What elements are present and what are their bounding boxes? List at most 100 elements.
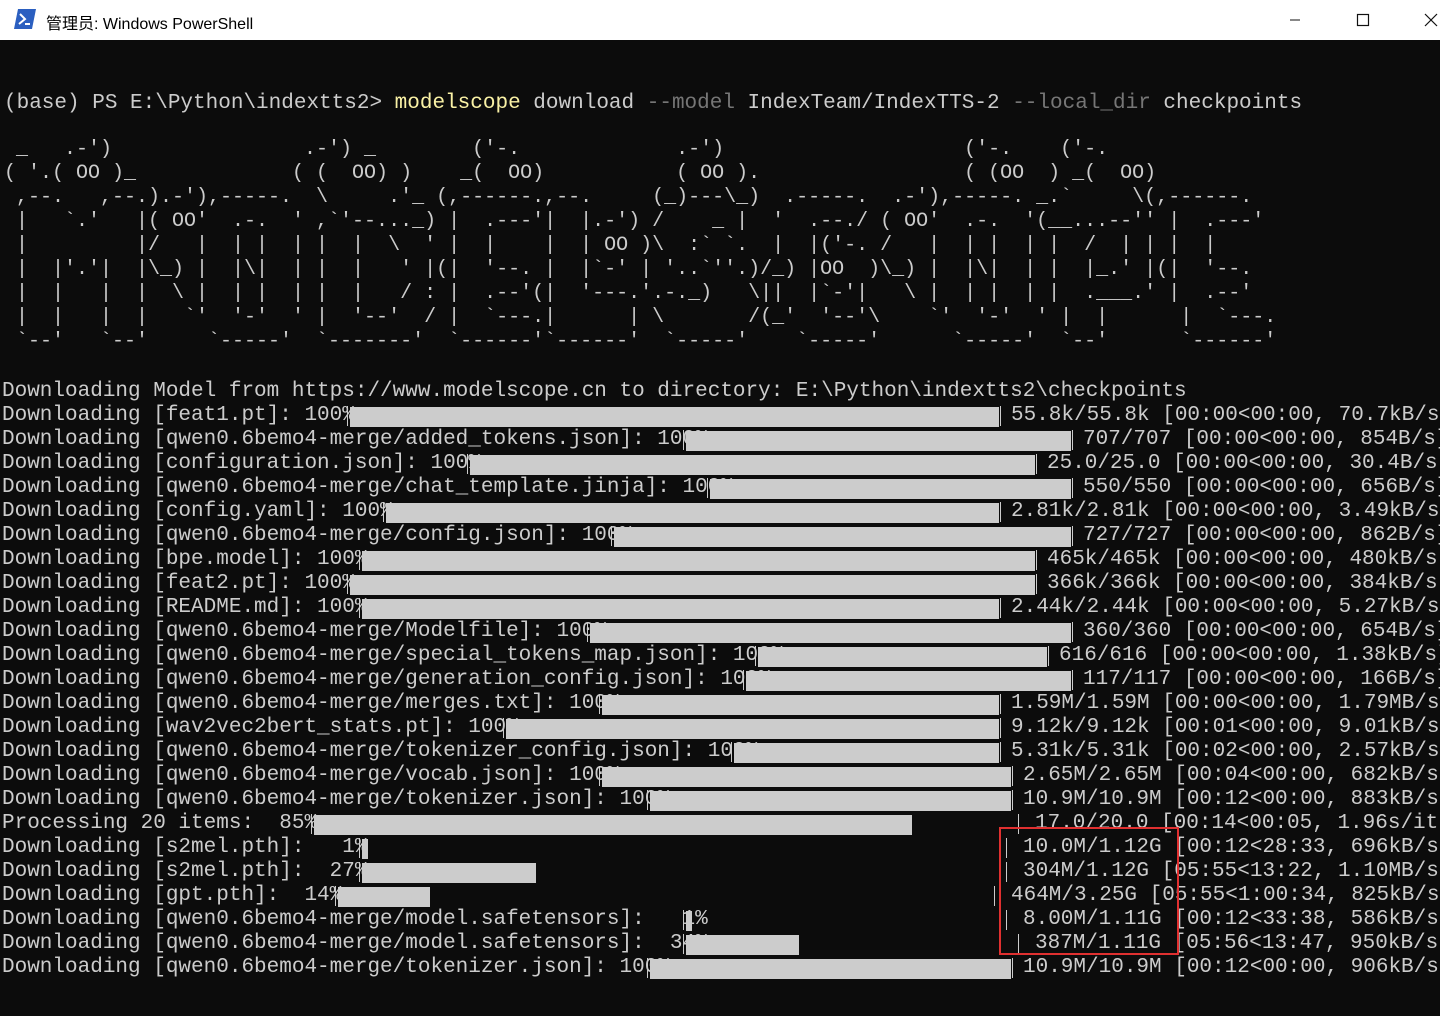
progress-label: Downloading [wav2vec2bert_stats.pt]: 100… bbox=[2, 716, 519, 739]
progress-stats: 616/616 [00:00<00:00, 1.38kB/s] bbox=[1059, 644, 1440, 667]
log-line: Downloading [qwen0.6bemo4-merge/special_… bbox=[2, 644, 1440, 668]
progress-bar-left-edge bbox=[683, 934, 684, 954]
progress-bar-right-edge bbox=[1036, 454, 1037, 474]
log-line: Downloading [feat1.pt]: 100% 55.8k/55.8k … bbox=[2, 404, 1440, 428]
progress-bar-left-edge bbox=[503, 718, 504, 738]
progress-bar-right-edge bbox=[1072, 430, 1073, 450]
progress-stats: 5.31k/5.31k [00:02<00:00, 2.57kB/s] bbox=[1011, 740, 1440, 763]
window-title: 管理员: Windows PowerShell bbox=[46, 16, 254, 33]
progress-bar-left-edge bbox=[683, 430, 684, 450]
progress-label: Downloading [qwen0.6bemo4-merge/model.sa… bbox=[2, 932, 708, 955]
progress-label: Downloading [configuration.json]: 100% bbox=[2, 452, 481, 475]
progress-stats: 10.9M/10.9M [00:12<00:00, 906kB/s] bbox=[1023, 956, 1440, 979]
progress-bar-right-edge bbox=[1000, 742, 1001, 762]
progress-bar-left-edge bbox=[611, 526, 612, 546]
progress-bar-left-edge bbox=[707, 478, 708, 498]
progress-stats: 2.65M/2.65M [00:04<00:00, 682kB/s] bbox=[1023, 764, 1440, 787]
progress-stats: 2.44k/2.44k [00:00<00:00, 5.27kB/s] bbox=[1011, 596, 1440, 619]
minimize-icon bbox=[1290, 19, 1300, 21]
progress-bar-left-edge bbox=[347, 574, 348, 594]
log-line: Downloading [qwen0.6bemo4-merge/tokenize… bbox=[2, 956, 1440, 980]
command-dir-arg: checkpoints bbox=[1150, 92, 1303, 115]
log-line: Downloading [qwen0.6bemo4-merge/added_to… bbox=[2, 428, 1440, 452]
log-line: Downloading [qwen0.6bemo4-merge/generati… bbox=[2, 668, 1440, 692]
progress-bar-left-edge bbox=[755, 646, 756, 666]
progress-label: Downloading [qwen0.6bemo4-merge/config.j… bbox=[2, 524, 633, 547]
progress-bar-fill bbox=[362, 599, 999, 619]
progress-bar-fill bbox=[686, 911, 692, 931]
progress-label: Downloading [bpe.model]: 100% bbox=[2, 548, 368, 571]
progress-bar-left-edge bbox=[683, 910, 684, 930]
progress-stats: 25.0/25.0 [00:00<00:00, 30.4B/s] bbox=[1047, 452, 1440, 475]
command-program: modelscope bbox=[394, 92, 521, 115]
progress-bar-fill bbox=[350, 575, 1035, 595]
progress-bar-right-edge bbox=[1036, 574, 1037, 594]
progress-label: Downloading [qwen0.6bemo4-merge/Modelfil… bbox=[2, 620, 607, 643]
progress-bar-fill bbox=[686, 935, 799, 955]
progress-stats: 550/550 [00:00<00:00, 656B/s] bbox=[1083, 476, 1440, 499]
log-line: Downloading [configuration.json]: 100% 25… bbox=[2, 452, 1440, 476]
progress-stats: 465k/465k [00:00<00:00, 480kB/s] bbox=[1047, 548, 1440, 571]
progress-label: Downloading [qwen0.6bemo4-merge/generati… bbox=[2, 668, 771, 691]
log-line: Downloading [qwen0.6bemo4-merge/Modelfil… bbox=[2, 620, 1440, 644]
log-line: Downloading [s2mel.pth]: 27% 304M/1.12G [… bbox=[2, 860, 1440, 884]
minimize-button[interactable] bbox=[1272, 0, 1318, 40]
command-subcommand: download bbox=[520, 92, 647, 115]
progress-stats: 1.59M/1.59M [00:00<00:00, 1.79MB/s] bbox=[1011, 692, 1440, 715]
progress-bar-left-edge bbox=[311, 814, 312, 834]
command-model-arg: IndexTeam/IndexTTS-2 bbox=[734, 92, 1013, 115]
progress-bar-right-edge bbox=[994, 886, 995, 906]
progress-bar-left-edge bbox=[359, 550, 360, 570]
progress-bar-fill bbox=[758, 647, 1047, 667]
progress-bar-fill bbox=[350, 407, 999, 427]
progress-bar-right-edge bbox=[1000, 502, 1001, 522]
progress-label: Processing 20 items: 85% bbox=[2, 812, 318, 835]
progress-label: Downloading [qwen0.6bemo4-merge/special_… bbox=[2, 644, 784, 667]
log-line: Downloading [config.yaml]: 100% 2.81k/2.8… bbox=[2, 500, 1440, 524]
log-line: Downloading [qwen0.6bemo4-merge/vocab.js… bbox=[2, 764, 1440, 788]
log-line: Downloading [gpt.pth]: 14% 464M/3.25G [05… bbox=[2, 884, 1440, 908]
progress-bar-right-edge bbox=[1036, 550, 1037, 570]
progress-bar-right-edge bbox=[1012, 766, 1013, 786]
log-line: Downloading [qwen0.6bemo4-merge/chat_tem… bbox=[2, 476, 1440, 500]
progress-bar-fill bbox=[362, 551, 1035, 571]
close-button[interactable] bbox=[1408, 0, 1440, 40]
progress-bar-left-edge bbox=[335, 886, 336, 906]
progress-bar-left-edge bbox=[647, 958, 648, 978]
log-line: Downloading [qwen0.6bemo4-merge/config.j… bbox=[2, 524, 1440, 548]
powershell-icon bbox=[14, 9, 36, 29]
progress-bar-fill bbox=[650, 791, 1011, 811]
progress-label: Downloading [README.md]: 100% bbox=[2, 596, 368, 619]
progress-bar-fill bbox=[362, 863, 536, 883]
progress-bar-fill bbox=[470, 455, 1035, 475]
progress-stats: 55.8k/55.8k [00:00<00:00, 70.7kB/s] bbox=[1011, 404, 1440, 427]
progress-label: Downloading [s2mel.pth]: 27% bbox=[2, 860, 368, 883]
progress-bar-right-edge bbox=[1000, 718, 1001, 738]
progress-bar-left-edge bbox=[467, 454, 468, 474]
log-line: Downloading [README.md]: 100% 2.44k/2.44k… bbox=[2, 596, 1440, 620]
maximize-button[interactable] bbox=[1340, 0, 1386, 40]
progress-bar-fill bbox=[338, 887, 430, 907]
log-line: Downloading [qwen0.6bemo4-merge/merges.t… bbox=[2, 692, 1440, 716]
progress-bar-fill bbox=[386, 503, 999, 523]
terminal-area[interactable]: (base) PS E:\Python\indextts2> modelscop… bbox=[0, 40, 1440, 1016]
highlight-annotation-box bbox=[999, 827, 1179, 955]
progress-bar-left-edge bbox=[347, 406, 348, 426]
progress-bar-left-edge bbox=[383, 502, 384, 522]
progress-bar-fill bbox=[710, 479, 1071, 499]
progress-label: Downloading [qwen0.6bemo4-merge/tokenize… bbox=[2, 788, 670, 811]
progress-stats: 10.9M/10.9M [00:12<00:00, 883kB/s] bbox=[1023, 788, 1440, 811]
progress-bar-left-edge bbox=[599, 694, 600, 714]
progress-bar-right-edge bbox=[1000, 694, 1001, 714]
progress-bar-left-edge bbox=[359, 838, 360, 858]
progress-label: Downloading [feat1.pt]: 100% bbox=[2, 404, 355, 427]
progress-bar-left-edge bbox=[587, 622, 588, 642]
progress-bar-fill bbox=[602, 695, 999, 715]
progress-stats: 117/117 [00:00<00:00, 166B/s] bbox=[1083, 668, 1440, 691]
log-line: Downloading [s2mel.pth]: 1% 10.0M/1.12G [… bbox=[2, 836, 1440, 860]
prompt-prefix: (base) PS E:\Python\indextts2> bbox=[4, 92, 395, 115]
progress-label: Downloading [qwen0.6bemo4-merge/chat_tem… bbox=[2, 476, 733, 499]
progress-bar-fill bbox=[362, 839, 368, 859]
progress-label: Downloading [qwen0.6bemo4-merge/vocab.js… bbox=[2, 764, 620, 787]
progress-stats: 727/727 [00:00<00:00, 862B/s] bbox=[1083, 524, 1440, 547]
